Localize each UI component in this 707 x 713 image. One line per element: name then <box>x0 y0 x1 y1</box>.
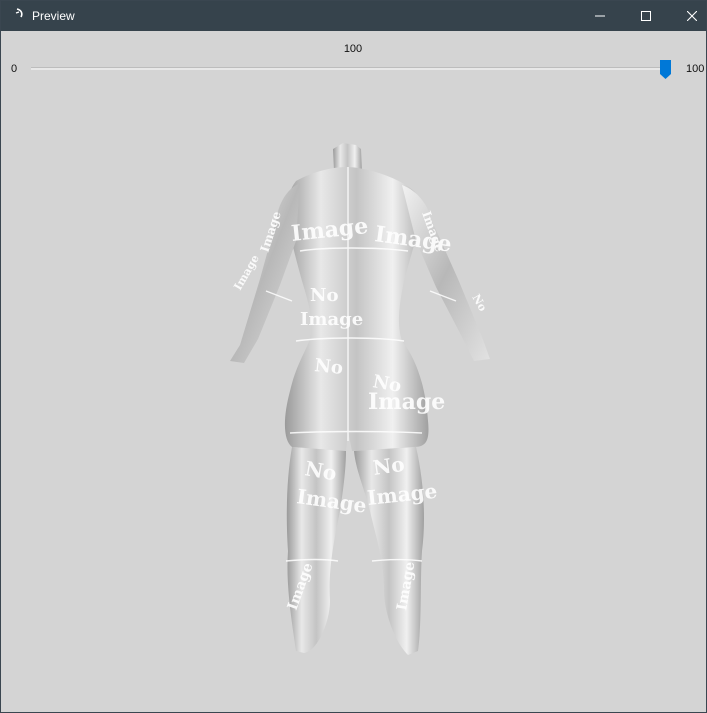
close-button[interactable] <box>669 1 706 31</box>
slider-value-label: 100 <box>343 43 363 55</box>
texture-text: Image <box>300 309 363 330</box>
body-model: Image Image No Image No Image No No Imag… <box>230 143 490 655</box>
maximize-button[interactable] <box>623 1 669 31</box>
slider-fill <box>31 68 671 70</box>
slider-thumb[interactable] <box>660 60 671 79</box>
texture-text: No <box>371 452 406 480</box>
model-preview-viewport[interactable]: Image Image No Image No Image No No Imag… <box>1 91 706 712</box>
morph-slider-panel: 100 0 100 <box>1 31 706 91</box>
title-bar[interactable]: Preview <box>1 1 706 31</box>
slider-track[interactable] <box>31 67 671 70</box>
minimize-icon <box>595 11 605 21</box>
slider-max-label: 100 <box>686 63 705 75</box>
maximize-icon <box>641 11 651 21</box>
minimize-button[interactable] <box>577 1 623 31</box>
texture-text: Image <box>231 253 262 293</box>
texture-text: No <box>310 285 338 306</box>
texture-text: No <box>313 355 344 379</box>
close-icon <box>687 11 697 21</box>
preview-window: Preview 100 0 100 Image Image No Image N… <box>0 0 707 713</box>
app-icon <box>14 7 26 23</box>
slider-min-label: 0 <box>11 63 18 75</box>
window-title: Preview <box>32 9 75 23</box>
texture-text: No <box>469 292 489 314</box>
